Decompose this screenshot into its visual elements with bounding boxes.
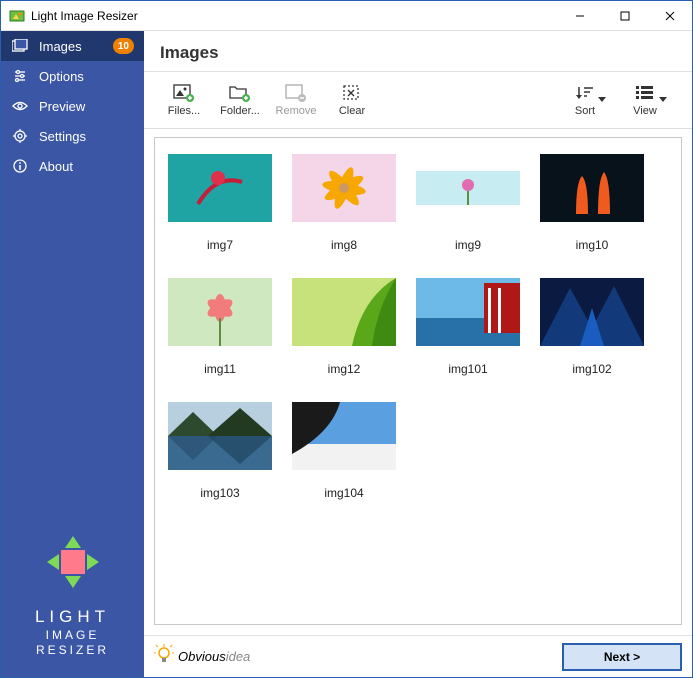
thumbnail-image [292,402,396,470]
clear-icon [341,83,363,103]
thumbnail-image [168,278,272,346]
thumbnail-label: img8 [331,238,357,252]
info-icon [11,159,29,173]
sidebar-item-about[interactable]: About [1,151,144,181]
sidebar-badge: 10 [113,38,134,54]
sidebar-item-settings[interactable]: Settings [1,121,144,151]
thumbnail-label: img104 [324,486,363,500]
thumbnail-label: img12 [328,362,361,376]
footer-brand-b: idea [226,649,251,664]
clear-button[interactable]: Clear [324,78,380,122]
maximize-button[interactable] [602,1,647,30]
thumbnail-label: img103 [200,486,239,500]
thumbnail-label: img101 [448,362,487,376]
window-controls [557,1,692,30]
title-bar: Light Image Resizer [1,1,692,31]
brand-logo-icon [43,532,103,592]
chevron-down-icon [659,94,667,106]
close-button[interactable] [647,1,692,30]
body: Images 10 Options Preview Settings About [1,31,692,677]
sidebar-item-label: About [39,159,73,174]
remove-icon [285,83,307,103]
sidebar-item-label: Preview [39,99,85,114]
eye-icon [11,100,29,112]
app-window: Light Image Resizer Images 10 Options Pr… [0,0,693,678]
toolbar: Files... Folder... Remove Clear [144,72,692,129]
brand-text: LIGHT IMAGE RESIZER [35,606,110,659]
add-files-button[interactable]: Files... [156,78,212,122]
minimize-button[interactable] [557,1,602,30]
lightbulb-icon [154,644,174,669]
footer: Obviousidea Next > [144,635,692,677]
sidebar-item-label: Settings [39,129,86,144]
window-title: Light Image Resizer [31,9,557,23]
sidebar-item-label: Images [39,39,82,54]
images-icon [11,39,29,53]
thumbnail-label: img10 [576,238,609,252]
thumbnail-item[interactable]: img7 [163,154,277,268]
sort-button[interactable]: Sort [560,78,620,122]
thumbnail-item[interactable]: img10 [535,154,649,268]
app-icon [9,8,25,24]
thumbnail-image [292,278,396,346]
footer-brand[interactable]: Obviousidea [154,644,250,669]
tool-label: Folder... [220,105,260,117]
gallery-frame: img7 img8 img9 img10 [154,137,682,625]
sidebar-item-images[interactable]: Images 10 [1,31,144,61]
thumbnail-label: img7 [207,238,233,252]
thumbnail-image [416,278,520,346]
thumbnail-image [540,278,644,346]
main-content: Images Files... Folder... Remove Clear [144,31,692,677]
next-button[interactable]: Next > [562,643,682,671]
sidebar: Images 10 Options Preview Settings About [1,31,144,677]
thumbnail-image [168,402,272,470]
thumbnail-label: img9 [455,238,481,252]
thumbnail-grid: img7 img8 img9 img10 [163,154,673,516]
thumbnail-item[interactable]: img103 [163,402,277,516]
sliders-icon [11,69,29,83]
thumbnail-item[interactable]: img9 [411,154,525,268]
thumbnail-image [416,171,520,205]
thumbnail-item[interactable]: img102 [535,278,649,392]
thumbnail-item[interactable]: img101 [411,278,525,392]
brand-line1: LIGHT [35,606,110,628]
sidebar-item-options[interactable]: Options [1,61,144,91]
thumbnail-item[interactable]: img8 [287,154,401,268]
tool-label: View [633,105,657,117]
sort-icon [574,83,596,103]
thumbnail-label: img11 [204,362,236,376]
footer-brand-a: Obvious [178,649,226,664]
sidebar-item-label: Options [39,69,84,84]
sidebar-item-preview[interactable]: Preview [1,91,144,121]
tool-label: Clear [339,105,365,117]
remove-button[interactable]: Remove [268,78,324,122]
sidebar-brand: LIGHT IMAGE RESIZER [1,522,144,677]
add-files-icon [173,83,195,103]
thumbnail-item[interactable]: img12 [287,278,401,392]
thumbnail-image [292,154,396,222]
tool-label: Sort [575,105,595,117]
gear-icon [11,129,29,143]
thumbnail-label: img102 [572,362,611,376]
thumbnail-image [168,154,272,222]
view-button[interactable]: View [620,78,680,122]
tool-label: Remove [276,105,317,117]
add-folder-icon [229,83,251,103]
view-icon [634,83,656,103]
thumbnail-item[interactable]: img104 [287,402,401,516]
thumbnail-image [540,154,644,222]
brand-line2: IMAGE [35,628,110,644]
add-folder-button[interactable]: Folder... [212,78,268,122]
brand-line3: RESIZER [35,643,110,659]
thumbnail-item[interactable]: img11 [163,278,277,392]
gallery: img7 img8 img9 img10 [144,129,692,635]
tool-label: Files... [168,105,200,117]
chevron-down-icon [598,94,606,106]
page-title: Images [144,31,692,72]
